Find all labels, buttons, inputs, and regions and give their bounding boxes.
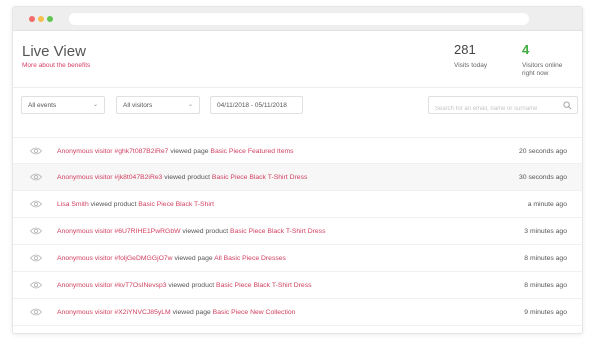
chevron-down-icon: ⌄ bbox=[187, 102, 193, 108]
eye-icon bbox=[30, 173, 42, 181]
date-range-value: 04/11/2018 - 05/11/2018 bbox=[217, 102, 287, 109]
eye-icon bbox=[30, 147, 42, 155]
visitor-link[interactable]: Anonymous visitor #ghk7t087B2iRe7 bbox=[57, 148, 168, 155]
activity-action: viewed page bbox=[172, 255, 215, 262]
eye-icon bbox=[30, 227, 42, 235]
minimize-window-dot[interactable] bbox=[38, 16, 44, 22]
activity-time: a minute ago bbox=[527, 201, 567, 208]
visitors-filter-select[interactable]: All visitors ⌄ bbox=[116, 96, 200, 114]
page-link[interactable]: Basic Piece New Collection bbox=[213, 309, 296, 316]
activity-time: 30 seconds ago bbox=[519, 174, 567, 181]
visitor-link[interactable]: Anonymous visitor #jk8t047B2iRe3 bbox=[57, 174, 162, 181]
benefits-link[interactable]: More about the benefits bbox=[22, 62, 90, 69]
visits-today-label: Visits today bbox=[454, 62, 488, 69]
activity-row[interactable]: Lisa Smith viewed product Basic Piece Bl… bbox=[13, 191, 582, 218]
eye-icon bbox=[30, 281, 42, 289]
activity-text: Anonymous visitor #ghk7t087B2iRe7 viewed… bbox=[57, 148, 294, 155]
activity-action: viewed product bbox=[88, 201, 139, 208]
page-link[interactable]: Basic Piece Featured Items bbox=[210, 148, 293, 155]
activity-row[interactable]: Anonymous visitor #ghk7t087B2iRe7 viewed… bbox=[13, 137, 582, 164]
visitor-link[interactable]: Lisa Smith bbox=[57, 201, 89, 208]
activity-text: Anonymous visitor #kvT7OsINevsp3 viewed … bbox=[57, 282, 312, 289]
divider bbox=[13, 87, 582, 88]
search-icon[interactable] bbox=[563, 101, 572, 110]
maximize-window-dot[interactable] bbox=[47, 16, 53, 22]
activity-text: Lisa Smith viewed product Basic Piece Bl… bbox=[57, 201, 214, 208]
activity-row[interactable]: Anonymous visitor #foljGeDMGGjO7w viewed… bbox=[13, 245, 582, 272]
activity-row[interactable]: Anonymous visitor #X2iYNVCJ85yLM viewed … bbox=[13, 299, 582, 326]
address-bar[interactable] bbox=[69, 13, 529, 25]
product-link[interactable]: Basic Piece Black T-Shirt bbox=[138, 201, 214, 208]
activity-text: Anonymous visitor #jk8t047B2iRe3 viewed … bbox=[57, 174, 307, 181]
visitor-link[interactable]: Anonymous visitor #X2iYNVCJ85yLM bbox=[57, 309, 171, 316]
visits-today-count: 281 bbox=[454, 42, 476, 57]
activity-time: 20 seconds ago bbox=[519, 148, 567, 155]
visitor-link[interactable]: Anonymous visitor #6U7RIHE1PwRGbW bbox=[57, 228, 181, 235]
activity-action: viewed page bbox=[168, 148, 211, 155]
activity-row[interactable]: Anonymous visitor #6U7RIHE1PwRGbW viewed… bbox=[13, 218, 582, 245]
eye-icon bbox=[30, 200, 42, 208]
visitors-online-label: Visitors online right now bbox=[522, 62, 563, 77]
chevron-down-icon: ⌄ bbox=[92, 102, 98, 108]
activity-action: viewed product bbox=[162, 174, 212, 181]
eye-icon bbox=[30, 308, 42, 316]
activity-list: Anonymous visitor #ghk7t087B2iRe7 viewed… bbox=[13, 137, 582, 326]
visitors-filter-value: All visitors bbox=[123, 102, 153, 109]
visitors-online-count: 4 bbox=[522, 42, 530, 57]
activity-row[interactable]: Anonymous visitor #jk8t047B2iRe3 viewed … bbox=[13, 164, 582, 191]
activity-time: 8 minutes ago bbox=[524, 282, 567, 289]
visitor-link[interactable]: Anonymous visitor #kvT7OsINevsp3 bbox=[57, 282, 167, 289]
activity-time: 9 minutes ago bbox=[524, 309, 567, 316]
activity-action: viewed product bbox=[180, 228, 231, 235]
events-filter-value: All events bbox=[28, 102, 57, 109]
activity-text: Anonymous visitor #X2iYNVCJ85yLM viewed … bbox=[57, 309, 295, 316]
visitor-link[interactable]: Anonymous visitor #foljGeDMGGjO7w bbox=[57, 255, 173, 262]
search-input[interactable] bbox=[429, 101, 554, 117]
browser-window: Live View More about the benefits 281 Vi… bbox=[12, 6, 583, 334]
activity-row[interactable]: Anonymous visitor #kvT7OsINevsp3 viewed … bbox=[13, 272, 582, 299]
activity-time: 8 minutes ago bbox=[524, 255, 567, 262]
activity-action: viewed page bbox=[170, 309, 213, 316]
product-link[interactable]: Basic Piece Black T-Shirt Dress bbox=[216, 282, 311, 289]
events-filter-select[interactable]: All events ⌄ bbox=[21, 96, 105, 114]
eye-icon bbox=[30, 254, 42, 262]
activity-action: viewed product bbox=[166, 282, 217, 289]
page-title: Live View bbox=[22, 43, 86, 60]
browser-toolbar bbox=[13, 7, 582, 31]
activity-time: 3 minutes ago bbox=[524, 228, 567, 235]
page-link[interactable]: All Basic Piece Dresses bbox=[214, 255, 286, 262]
product-link[interactable]: Basic Piece Black T-Shirt Dress bbox=[230, 228, 325, 235]
search-box bbox=[428, 96, 578, 117]
activity-text: Anonymous visitor #6U7RIHE1PwRGbW viewed… bbox=[57, 228, 325, 235]
product-link[interactable]: Basic Piece Black T-Shirt Dress bbox=[212, 174, 307, 181]
date-range-picker[interactable]: 04/11/2018 - 05/11/2018 bbox=[210, 96, 303, 114]
close-window-dot[interactable] bbox=[29, 16, 35, 22]
activity-text: Anonymous visitor #foljGeDMGGjO7w viewed… bbox=[57, 255, 286, 262]
